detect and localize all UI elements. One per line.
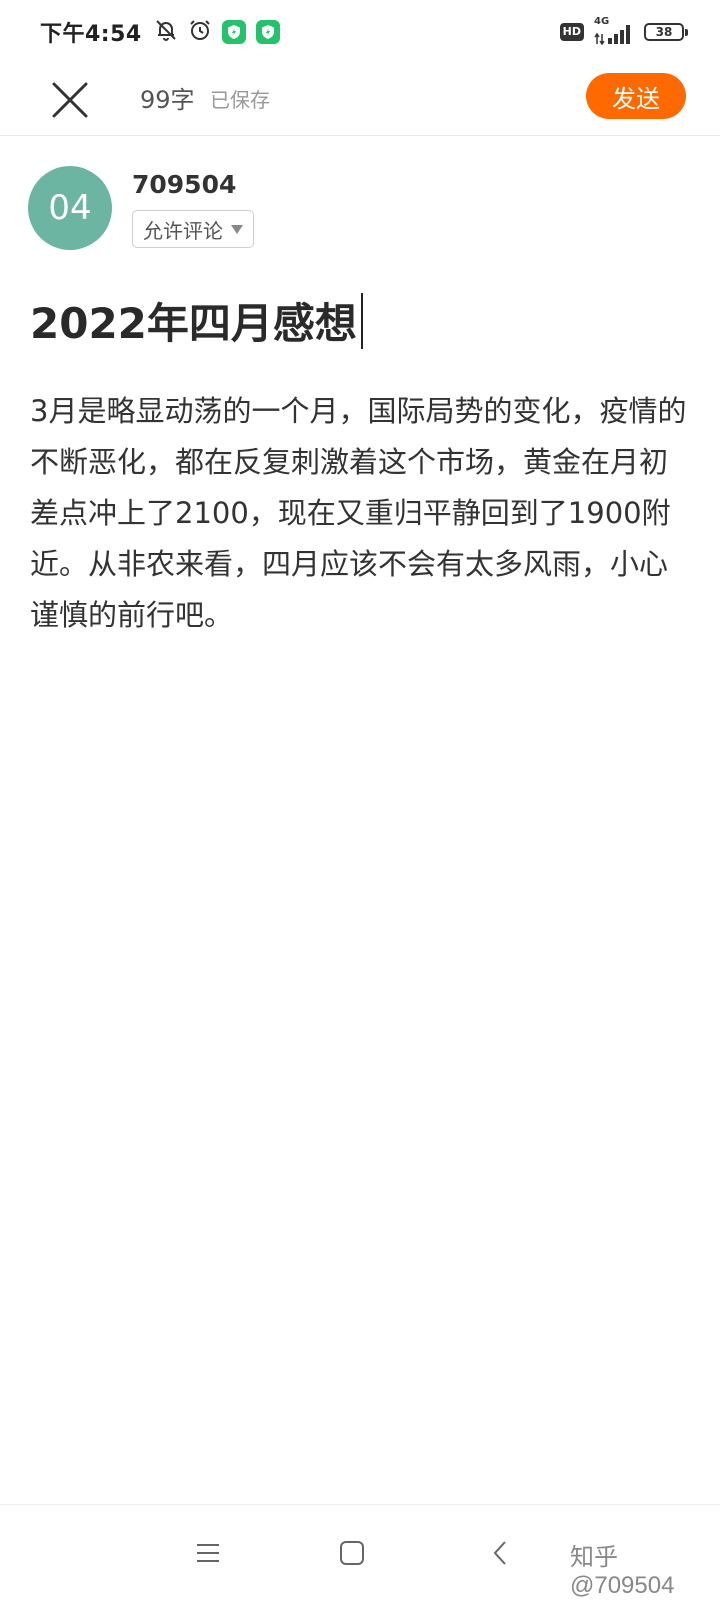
watermark: 知乎 @709504 <box>570 1544 675 1599</box>
hd-badge: HD <box>559 23 584 41</box>
back-icon <box>493 1541 506 1565</box>
battery-icon: 38 <box>644 23 688 41</box>
menu-button[interactable] <box>188 1533 228 1573</box>
close-icon <box>52 82 88 118</box>
avatar[interactable]: 04 <box>28 166 112 250</box>
article-title-field[interactable]: 2022年四月感想 <box>30 290 363 351</box>
menu-icon <box>197 1544 219 1562</box>
comment-permission-label: 允许评论 <box>143 218 223 243</box>
editor-top-bar: 99字 已保存 发送 <box>0 64 720 136</box>
shield-icon <box>221 20 246 44</box>
system-nav-bar: 知乎 @709504 <box>0 1504 720 1600</box>
shield-icon <box>255 20 280 44</box>
screen: 下午4:54 HD 4G 38 99字 已保存 发送 04 709504 允许评… <box>0 0 720 1600</box>
save-status: 已保存 <box>210 88 270 112</box>
caret-down-icon <box>231 224 243 234</box>
home-button[interactable] <box>332 1533 372 1573</box>
send-button[interactable]: 发送 <box>586 73 686 119</box>
article-title: 2022年四月感想 <box>30 299 357 348</box>
signal-icon: 4G <box>594 16 634 46</box>
author-name: 709504 <box>132 170 237 199</box>
home-icon <box>340 1541 364 1565</box>
word-count: 99字 <box>140 86 195 114</box>
status-left-icons <box>154 18 280 46</box>
text-cursor <box>360 292 363 349</box>
back-button[interactable] <box>480 1533 520 1573</box>
status-bar: 下午4:54 HD 4G 38 <box>0 0 720 64</box>
bell-off-icon <box>154 18 178 46</box>
status-time: 下午4:54 <box>40 22 142 47</box>
battery-level: 38 <box>655 25 673 39</box>
article-body-field[interactable]: 3月是略显动荡的一个月，国际局势的变化，疫情的不断恶化，都在反复刺激着这个市场，… <box>30 386 690 641</box>
status-right: HD 4G 38 <box>559 16 688 46</box>
close-button[interactable] <box>44 74 96 126</box>
alarm-icon <box>188 18 212 46</box>
comment-permission-select[interactable]: 允许评论 <box>132 210 254 248</box>
